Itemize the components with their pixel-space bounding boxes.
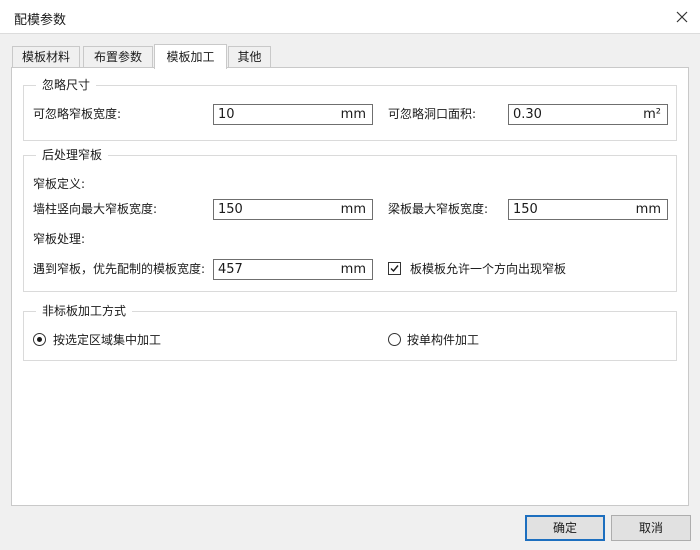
priority-width-unit: mm — [340, 262, 366, 277]
priority-width-field[interactable]: 457 mm — [213, 259, 373, 280]
member-process-radio[interactable] — [388, 333, 401, 346]
ignore-size-group: 忽略尺寸 可忽略窄板宽度: 10 mm 可忽略洞口面积: 0.30 m² — [23, 78, 677, 141]
cancel-button[interactable]: 取消 — [611, 515, 691, 541]
tab-layout-params[interactable]: 布置参数 — [83, 46, 153, 68]
beam-slab-label: 梁板最大窄板宽度: — [388, 202, 489, 216]
narrow-width-label: 可忽略窄板宽度: — [33, 107, 122, 121]
narrow-define-label: 窄板定义: — [33, 177, 86, 191]
tab-panel: 忽略尺寸 可忽略窄板宽度: 10 mm 可忽略洞口面积: 0.30 m² 后处理… — [11, 67, 689, 506]
narrow-process-label: 窄板处理: — [33, 232, 86, 246]
tab-other[interactable]: 其他 — [228, 46, 271, 68]
hole-area-field[interactable]: 0.30 m² — [508, 104, 668, 125]
allow-narrow-checkbox[interactable] — [388, 262, 401, 275]
close-icon — [676, 11, 688, 23]
narrow-width-value: 10 — [218, 107, 235, 122]
wall-col-field[interactable]: 150 mm — [213, 199, 373, 220]
nonstandard-group: 非标板加工方式 按选定区域集中加工 按单构件加工 — [23, 304, 677, 361]
wall-col-value: 150 — [218, 202, 243, 217]
nonstandard-title: 非标板加工方式 — [36, 304, 133, 318]
tab-template-material[interactable]: 模板材料 — [12, 46, 80, 68]
beam-slab-unit: mm — [635, 202, 661, 217]
allow-narrow-label[interactable]: 板模板允许一个方向出现窄板 — [410, 262, 566, 276]
post-narrow-title: 后处理窄板 — [36, 148, 109, 162]
priority-width-label: 遇到窄板，优先配制的模板宽度: — [33, 262, 206, 276]
area-process-label[interactable]: 按选定区域集中加工 — [53, 333, 161, 347]
checkmark-icon — [390, 265, 399, 273]
hole-area-value: 0.30 — [513, 107, 542, 122]
ignore-size-title: 忽略尺寸 — [36, 78, 97, 92]
beam-slab-value: 150 — [513, 202, 538, 217]
beam-slab-field[interactable]: 150 mm — [508, 199, 668, 220]
hole-area-unit: m² — [643, 107, 661, 122]
radio-selected-dot — [37, 337, 42, 342]
priority-width-value: 457 — [218, 262, 243, 277]
close-button[interactable] — [670, 5, 694, 29]
title-bar: 配模参数 — [0, 0, 700, 34]
hole-area-label: 可忽略洞口面积: — [388, 107, 477, 121]
narrow-width-field[interactable]: 10 mm — [213, 104, 373, 125]
member-process-label[interactable]: 按单构件加工 — [407, 333, 479, 347]
window-title: 配模参数 — [14, 13, 67, 28]
ok-button[interactable]: 确定 — [525, 515, 605, 541]
narrow-width-unit: mm — [340, 107, 366, 122]
tab-template-processing[interactable]: 模板加工 — [154, 44, 227, 69]
wall-col-label: 墙柱竖向最大窄板宽度: — [33, 202, 158, 216]
area-process-radio[interactable] — [33, 333, 46, 346]
post-narrow-group: 后处理窄板 窄板定义: 墙柱竖向最大窄板宽度: 150 mm 梁板最大窄板宽度:… — [23, 148, 677, 292]
wall-col-unit: mm — [340, 202, 366, 217]
